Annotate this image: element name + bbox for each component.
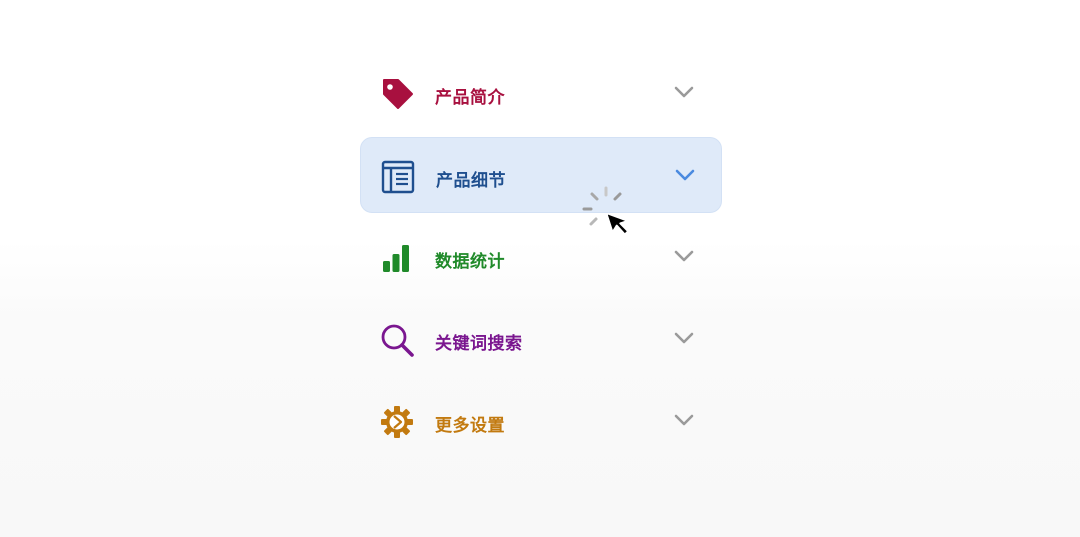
chevron-down-icon[interactable] (674, 413, 694, 427)
accordion-item-product-intro[interactable]: 产品简介 (360, 55, 722, 131)
accordion-item-label: 产品简介 (435, 88, 505, 108)
accordion-item-label: 更多设置 (435, 416, 505, 436)
mouse-pointer-icon (608, 212, 629, 236)
chevron-down-icon[interactable] (675, 168, 695, 182)
accordion-item-label: 数据统计 (435, 252, 505, 272)
accordion-item-label: 产品细节 (436, 171, 506, 191)
accordion-item-label: 关键词搜索 (435, 334, 523, 354)
gear-icon (380, 405, 414, 439)
accordion-item-more-settings[interactable]: 更多设置 (360, 383, 722, 459)
accordion-menu: 产品简介 产品细节 数据统计 关键词搜索 更多设置 (360, 55, 722, 465)
accordion-item-keyword-search[interactable]: 关键词搜索 (360, 301, 722, 377)
accordion-item-statistics[interactable]: 数据统计 (360, 219, 722, 295)
document-list-icon (381, 160, 415, 194)
chevron-down-icon[interactable] (674, 85, 694, 99)
bar-chart-icon (380, 241, 414, 275)
chevron-down-icon[interactable] (674, 331, 694, 345)
search-icon (380, 323, 414, 357)
tag-icon (380, 77, 414, 111)
mouse-cursor (582, 186, 642, 242)
accordion-item-product-details[interactable]: 产品细节 (360, 137, 722, 213)
chevron-down-icon[interactable] (674, 249, 694, 263)
